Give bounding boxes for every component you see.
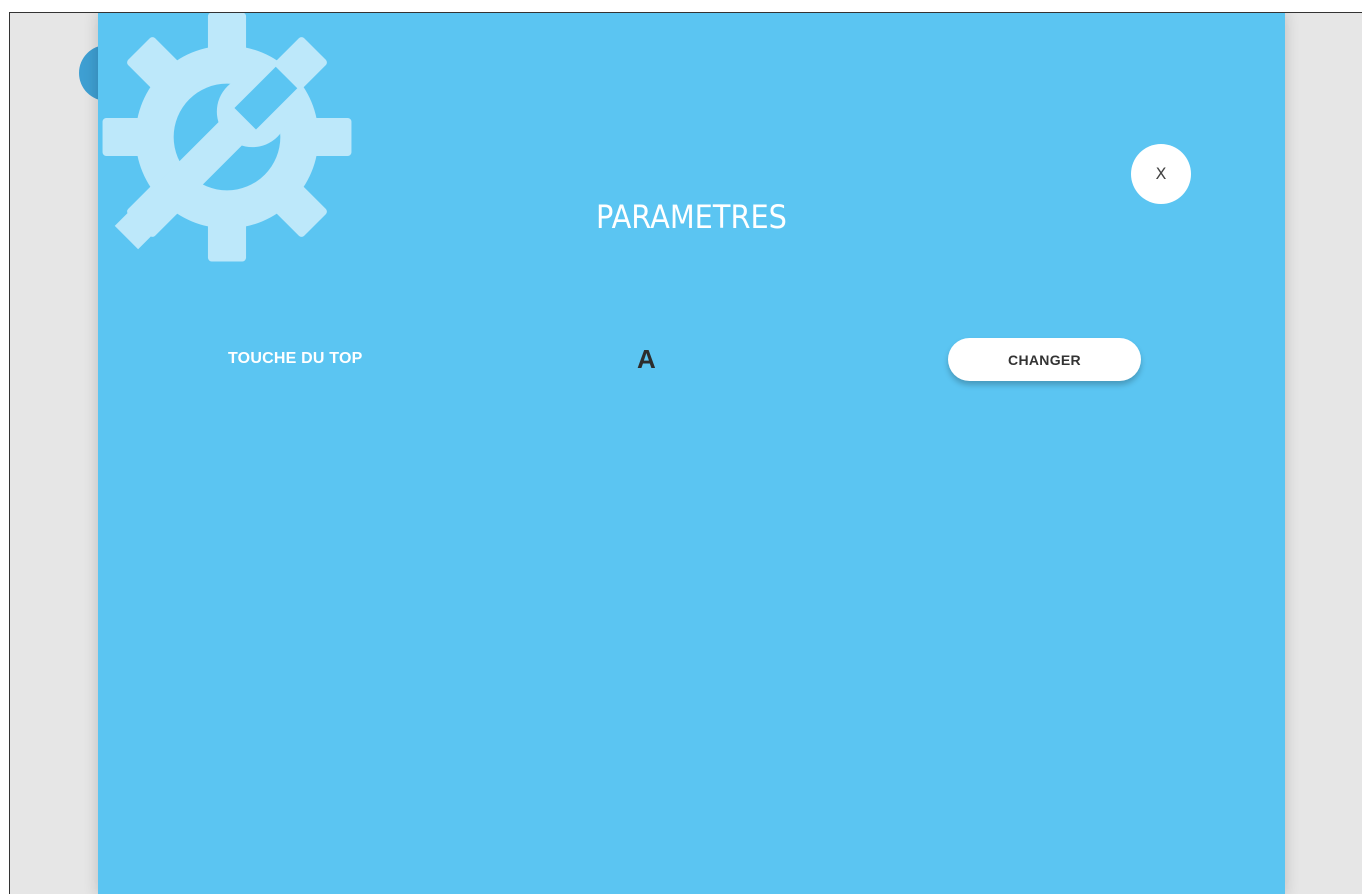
setting-current-key: A	[637, 344, 656, 374]
settings-modal: X PARAMETRES TOUCHE DU TOP A CHANGER	[98, 13, 1285, 894]
setting-label: TOUCHE DU TOP	[228, 350, 363, 367]
change-key-button[interactable]: CHANGER	[948, 338, 1141, 381]
app-frame: X PARAMETRES TOUCHE DU TOP A CHANGER	[9, 12, 1362, 894]
modal-title: PARAMETRES	[596, 198, 787, 236]
close-button[interactable]: X	[1131, 144, 1191, 204]
setting-row-touche-du-top: TOUCHE DU TOP A CHANGER	[98, 338, 1285, 382]
